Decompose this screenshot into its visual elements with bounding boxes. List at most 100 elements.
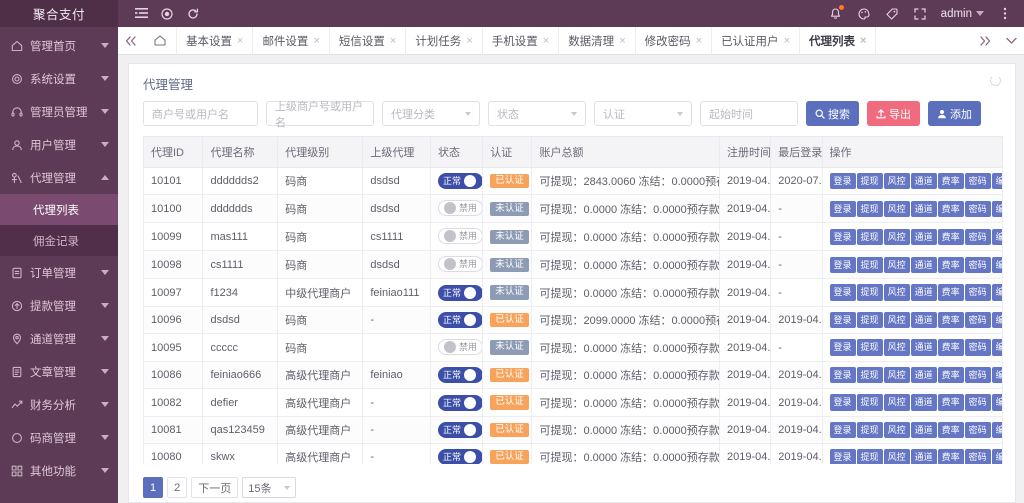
- tab-7[interactable]: 修改密码 ×: [636, 27, 713, 54]
- sidebar-item-4[interactable]: 用户管理: [0, 128, 118, 161]
- action-button-7[interactable]: 编辑: [991, 311, 1002, 329]
- action-button-5[interactable]: 费率: [937, 367, 964, 384]
- sidebar-item-10[interactable]: 财务分析: [0, 388, 118, 421]
- parent-merchant-input[interactable]: 上级商户号或用户名: [266, 101, 374, 129]
- action-button-6[interactable]: 密码: [964, 421, 991, 439]
- action-button-6[interactable]: 密码: [964, 367, 991, 384]
- action-button-5[interactable]: 费率: [937, 256, 964, 274]
- action-button-3[interactable]: 风控: [883, 421, 910, 439]
- status-toggle[interactable]: 禁用: [438, 339, 482, 356]
- action-button-6[interactable]: 密码: [964, 394, 991, 411]
- action-button-5[interactable]: 费率: [937, 311, 964, 329]
- add-button[interactable]: 添加: [928, 101, 981, 126]
- export-button[interactable]: 导出: [867, 101, 920, 126]
- action-button-2[interactable]: 提现: [856, 394, 883, 411]
- tab-4[interactable]: 计划任务 ×: [406, 27, 483, 54]
- action-button-7[interactable]: 编辑: [991, 421, 1002, 439]
- sidebar-item-1[interactable]: 管理首页: [0, 29, 118, 62]
- action-button-2[interactable]: 提现: [856, 311, 883, 329]
- action-button-7[interactable]: 编辑: [991, 256, 1002, 274]
- action-button-1[interactable]: 登录: [829, 228, 856, 246]
- action-button-1[interactable]: 登录: [829, 394, 856, 411]
- sidebar-item-2[interactable]: 系统设置: [0, 62, 118, 95]
- action-button-4[interactable]: 通道: [910, 394, 937, 411]
- sidebar-item-12[interactable]: 其他功能: [0, 454, 118, 487]
- tabs-dropdown-icon[interactable]: [998, 27, 1024, 54]
- palette-icon[interactable]: [851, 0, 877, 27]
- action-button-5[interactable]: 费率: [937, 228, 964, 246]
- action-button-5[interactable]: 费率: [937, 284, 964, 301]
- sidebar-item-11[interactable]: 码商管理: [0, 421, 118, 454]
- action-button-6[interactable]: 密码: [964, 173, 991, 190]
- status-toggle[interactable]: 禁用: [438, 256, 482, 273]
- action-button-2[interactable]: 提现: [856, 228, 883, 246]
- tab-9[interactable]: 代理列表 ×: [800, 27, 877, 54]
- status-select[interactable]: 状态: [488, 101, 586, 126]
- action-button-4[interactable]: 通道: [910, 311, 937, 329]
- action-button-2[interactable]: 提现: [856, 339, 883, 356]
- sidebar-item-7[interactable]: 提款管理: [0, 289, 118, 322]
- tabs-scroll-right-icon[interactable]: [972, 27, 998, 54]
- sidebar-item-8[interactable]: 通道管理: [0, 322, 118, 355]
- action-button-3[interactable]: 风控: [883, 256, 910, 274]
- merchant-search-input[interactable]: 商户号或用户名: [143, 101, 258, 126]
- bell-icon[interactable]: [823, 0, 849, 27]
- action-button-3[interactable]: 风控: [883, 367, 910, 384]
- action-button-2[interactable]: 提现: [856, 284, 883, 301]
- action-button-1[interactable]: 登录: [829, 311, 856, 329]
- action-button-4[interactable]: 通道: [910, 449, 937, 464]
- action-button-7[interactable]: 编辑: [991, 284, 1002, 301]
- category-select[interactable]: 代理分类: [382, 101, 480, 126]
- tab-close-icon[interactable]: ×: [237, 35, 243, 47]
- verify-select[interactable]: 认证: [594, 101, 692, 126]
- tab-close-icon[interactable]: ×: [313, 35, 319, 47]
- action-button-1[interactable]: 登录: [829, 449, 856, 464]
- action-button-3[interactable]: 风控: [883, 228, 910, 246]
- tab-close-icon[interactable]: ×: [390, 35, 396, 47]
- action-button-5[interactable]: 费率: [937, 394, 964, 411]
- action-button-1[interactable]: 登录: [829, 421, 856, 439]
- start-time-input[interactable]: 起始时间: [700, 101, 798, 126]
- status-toggle[interactable]: 正常: [438, 449, 482, 464]
- tab-8[interactable]: 已认证用户 ×: [712, 27, 800, 54]
- sidebar-item-5[interactable]: 代理管理: [0, 161, 118, 194]
- action-button-4[interactable]: 通道: [910, 284, 937, 301]
- user-menu[interactable]: admin: [935, 8, 990, 20]
- action-button-5[interactable]: 费率: [937, 421, 964, 439]
- tab-close-icon[interactable]: ×: [619, 35, 625, 47]
- status-toggle[interactable]: 禁用: [438, 228, 482, 245]
- action-button-4[interactable]: 通道: [910, 256, 937, 274]
- action-button-5[interactable]: 费率: [937, 173, 964, 190]
- action-button-6[interactable]: 密码: [964, 200, 991, 218]
- action-button-4[interactable]: 通道: [910, 228, 937, 246]
- action-button-3[interactable]: 风控: [883, 173, 910, 190]
- search-button[interactable]: 搜索: [806, 101, 859, 126]
- tab-close-icon[interactable]: ×: [543, 35, 549, 47]
- action-button-7[interactable]: 编辑: [991, 173, 1002, 190]
- tab-close-icon[interactable]: ×: [696, 35, 702, 47]
- status-toggle[interactable]: 正常: [438, 367, 482, 384]
- action-button-7[interactable]: 编辑: [991, 394, 1002, 411]
- sidebar-item-3[interactable]: 管理员管理: [0, 95, 118, 128]
- fullscreen-icon[interactable]: [907, 0, 933, 27]
- sidebar-subitem-2[interactable]: 佣金记录: [0, 225, 118, 256]
- action-button-3[interactable]: 风控: [883, 449, 910, 464]
- action-button-6[interactable]: 密码: [964, 228, 991, 246]
- tab-home[interactable]: [144, 27, 177, 54]
- action-button-7[interactable]: 编辑: [991, 339, 1002, 356]
- next-page-button[interactable]: 下一页: [191, 477, 239, 498]
- status-toggle[interactable]: 正常: [438, 173, 482, 190]
- action-button-6[interactable]: 密码: [964, 449, 991, 464]
- action-button-6[interactable]: 密码: [964, 284, 991, 301]
- status-toggle[interactable]: 正常: [438, 394, 482, 411]
- action-button-2[interactable]: 提现: [856, 367, 883, 384]
- action-button-1[interactable]: 登录: [829, 284, 856, 301]
- action-button-3[interactable]: 风控: [883, 284, 910, 301]
- status-toggle[interactable]: 正常: [438, 421, 482, 438]
- action-button-7[interactable]: 编辑: [991, 228, 1002, 246]
- tag-icon[interactable]: [879, 0, 905, 27]
- action-button-6[interactable]: 密码: [964, 339, 991, 356]
- action-button-6[interactable]: 密码: [964, 311, 991, 329]
- action-button-3[interactable]: 风控: [883, 311, 910, 329]
- tab-2[interactable]: 邮件设置 ×: [253, 27, 330, 54]
